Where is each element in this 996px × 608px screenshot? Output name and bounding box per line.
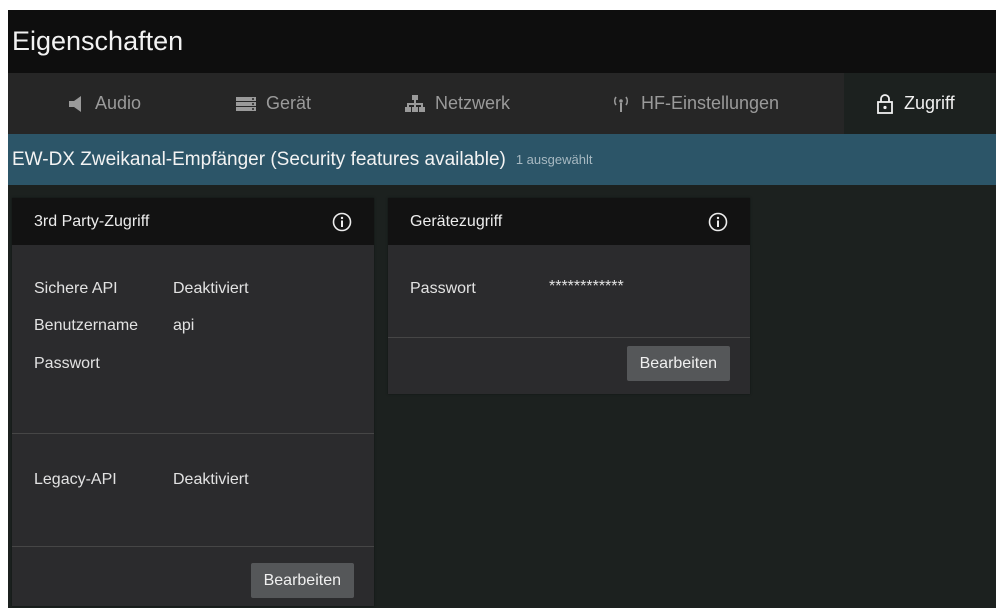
card-divider bbox=[12, 546, 374, 547]
tab-zugriff-label: Zugriff bbox=[904, 93, 955, 113]
device-password-value: ************ bbox=[549, 278, 624, 295]
legacy-api-label: Legacy-API bbox=[34, 471, 117, 488]
selection-count: 1 ausgewählt bbox=[515, 152, 593, 167]
tab-hf-einstellungen[interactable]: HF-Einstellungen bbox=[611, 73, 779, 134]
tab-geraet[interactable]: Gerät bbox=[236, 73, 311, 134]
antenna-icon bbox=[611, 95, 631, 113]
secure-api-label: Sichere API bbox=[34, 280, 118, 297]
network-icon bbox=[405, 94, 425, 113]
lock-icon bbox=[876, 93, 894, 114]
info-icon[interactable] bbox=[332, 212, 352, 232]
tab-bar: Audio Gerät Netzwerk HF-Einstellungen Zu… bbox=[8, 73, 996, 134]
tab-audio[interactable]: Audio bbox=[67, 73, 141, 134]
legacy-api-value: Deaktiviert bbox=[173, 471, 249, 488]
card-divider bbox=[388, 337, 750, 338]
username-value: api bbox=[173, 317, 195, 334]
device-access-edit-button[interactable]: Bearbeiten bbox=[626, 346, 730, 381]
tab-zugriff[interactable]: Zugriff bbox=[844, 73, 996, 134]
device-access-card: Gerätezugriff Passwort ************ Bear… bbox=[388, 198, 750, 394]
tab-netzwerk-label: Netzwerk bbox=[435, 93, 511, 113]
tab-audio-label: Audio bbox=[95, 93, 142, 113]
third-party-card-title: 3rd Party-Zugriff bbox=[34, 212, 150, 230]
secure-api-value: Deaktiviert bbox=[173, 280, 249, 297]
card-divider bbox=[12, 433, 374, 434]
device-access-card-header: Gerätezugriff bbox=[388, 198, 750, 245]
properties-window: Eigenschaften Audio Gerät Netzwerk HF-Ei… bbox=[8, 10, 996, 608]
speaker-icon bbox=[67, 95, 85, 113]
password-label: Passwort bbox=[34, 355, 100, 372]
third-party-card-header: 3rd Party-Zugriff bbox=[12, 198, 374, 245]
device-name: EW-DX Zweikanal-Empfänger (Security feat… bbox=[12, 148, 506, 170]
device-header: EW-DX Zweikanal-Empfänger (Security feat… bbox=[8, 134, 996, 185]
window-title: Eigenschaften bbox=[8, 10, 996, 73]
username-label: Benutzername bbox=[34, 317, 139, 334]
third-party-edit-button[interactable]: Bearbeiten bbox=[250, 563, 354, 598]
third-party-access-card: 3rd Party-Zugriff Sichere API Deaktivier… bbox=[12, 198, 374, 606]
tab-hf-einstellungen-label: HF-Einstellungen bbox=[641, 93, 780, 113]
device-password-label: Passwort bbox=[410, 280, 476, 297]
info-icon[interactable] bbox=[708, 212, 728, 232]
tab-geraet-label: Gerät bbox=[266, 93, 312, 113]
device-icon bbox=[236, 96, 256, 112]
device-access-card-title: Gerätezugriff bbox=[410, 212, 503, 230]
tab-netzwerk[interactable]: Netzwerk bbox=[405, 73, 510, 134]
